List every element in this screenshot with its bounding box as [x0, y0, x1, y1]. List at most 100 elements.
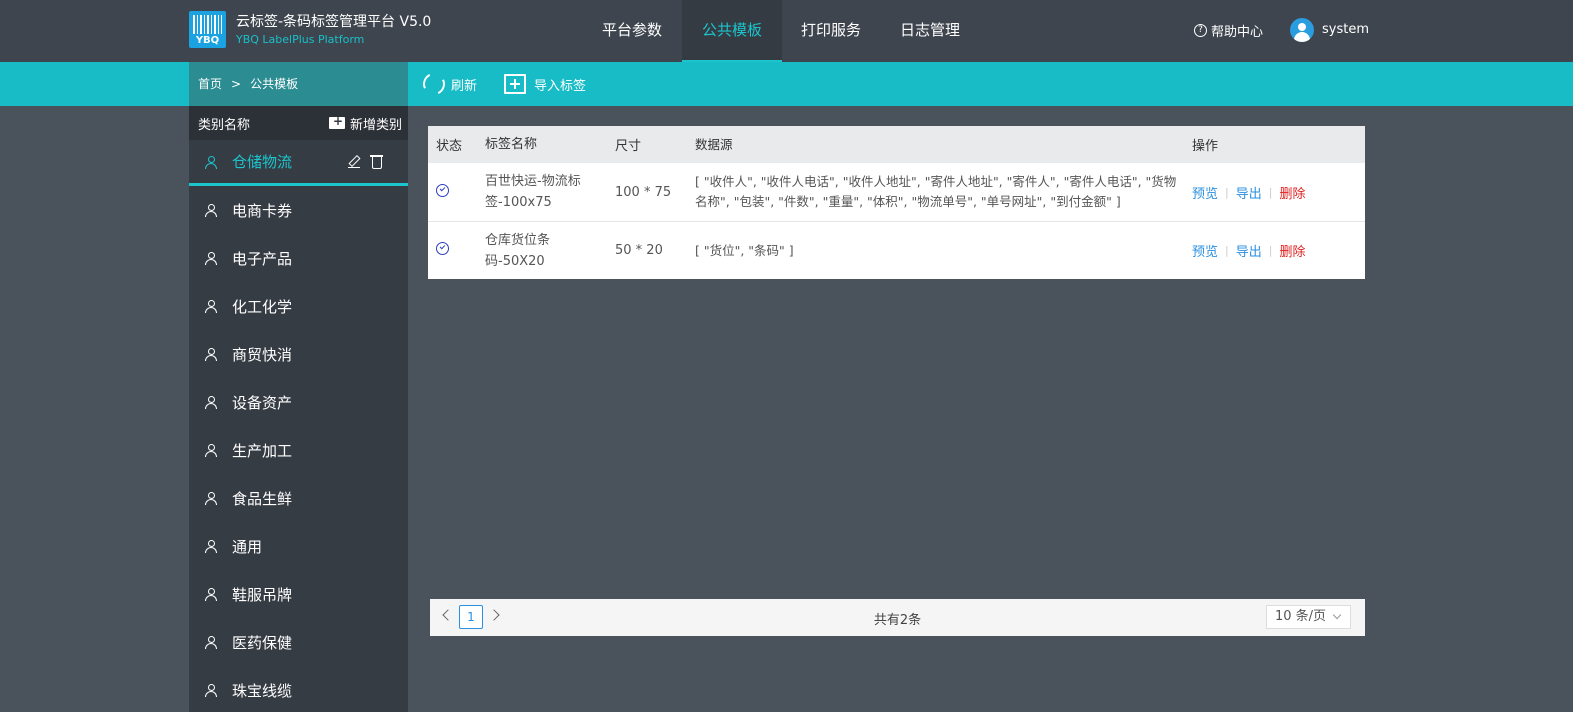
col-ops: 操作	[1192, 139, 1219, 154]
import-label: 导入标签	[534, 78, 587, 94]
preview-link[interactable]: 预览	[1192, 241, 1218, 260]
user-name[interactable]: system	[1322, 22, 1369, 37]
user-icon	[205, 540, 217, 553]
add-box-icon	[504, 74, 526, 94]
sidebar-item-trade-fmcg[interactable]: 商贸快消	[189, 330, 408, 378]
sidebar-item-label: 化工化学	[232, 297, 293, 316]
help-center-label: 帮助中心	[1211, 25, 1264, 40]
page-size-label: 10 条/页	[1275, 609, 1327, 624]
chevron-down-icon	[1332, 610, 1342, 620]
user-icon	[205, 636, 217, 649]
edit-icon[interactable]	[348, 156, 360, 168]
total-count: 共有2条	[873, 613, 922, 628]
app-title: 云标签-条码标签管理平台 V5.0	[236, 14, 432, 30]
col-size: 尺寸	[615, 139, 642, 154]
nav-log-management[interactable]: 日志管理	[880, 0, 980, 62]
export-link[interactable]: 导出	[1236, 241, 1262, 260]
col-name: 标签名称	[485, 137, 538, 152]
page-number-button[interactable]: 1	[459, 605, 483, 629]
check-circle-icon[interactable]	[436, 242, 449, 255]
barcode-icon	[193, 15, 222, 34]
sidebar-item-label: 电子产品	[232, 249, 293, 268]
cell-source: [ "货位", "条码" ]	[695, 242, 794, 258]
sidebar-item-manufacturing[interactable]: 生产加工	[189, 426, 408, 474]
sidebar-item-label: 设备资产	[232, 393, 293, 412]
question-circle-icon: ?	[1194, 24, 1207, 37]
page-size-select[interactable]: 10 条/页	[1266, 605, 1351, 629]
col-status: 状态	[436, 139, 463, 154]
sidebar-item-label: 珠宝线缆	[232, 681, 293, 700]
refresh-button[interactable]: 刷新	[419, 62, 478, 106]
sidebar-item-ecommerce-cards[interactable]: 电商卡券	[189, 186, 408, 234]
user-icon	[205, 588, 217, 601]
user-avatar-icon[interactable]	[1290, 18, 1314, 42]
sidebar-item-fresh-food[interactable]: 食品生鲜	[189, 474, 408, 522]
op-separator: |	[1225, 244, 1229, 257]
cell-name: 仓库货位条码-50X20	[485, 232, 551, 269]
sidebar-item-general[interactable]: 通用	[189, 522, 408, 570]
breadcrumb: 首页 > 公共模板	[189, 62, 408, 106]
app-logo: YBQ	[189, 11, 226, 48]
user-icon	[205, 204, 217, 217]
op-separator: |	[1268, 244, 1273, 257]
cell-ops: 预览 | 导出 | 删除	[1184, 183, 1365, 202]
logo-text: YBQ	[195, 35, 220, 46]
op-separator: |	[1268, 185, 1273, 199]
sidebar-item-label: 食品生鲜	[232, 489, 293, 508]
cell-ops: 预览 | 导出 | 删除	[1184, 241, 1365, 260]
sidebar-item-warehouse-logistics[interactable]: 仓储物流	[189, 140, 408, 186]
app-subtitle: YBQ LabelPlus Platform	[236, 33, 365, 46]
user-icon	[205, 300, 217, 313]
category-sidebar: 类别名称 新增类别 仓储物流 电商卡券 电子产品 化工化学 商贸快消 设备资产 …	[189, 106, 408, 712]
table-header: 状态 标签名称 尺寸 数据源 操作	[428, 126, 1365, 163]
user-icon	[205, 252, 217, 265]
breadcrumb-current: 公共模板	[250, 77, 299, 91]
sidebar-item-equipment-assets[interactable]: 设备资产	[189, 378, 408, 426]
user-icon	[205, 396, 217, 409]
refresh-icon	[419, 69, 449, 99]
nav-platform-params[interactable]: 平台参数	[582, 0, 682, 62]
sidebar-item-label: 生产加工	[232, 441, 293, 460]
cell-name: 百世快运-物流标签-100x75	[485, 174, 581, 210]
check-circle-icon[interactable]	[436, 183, 449, 197]
sidebar-item-label: 仓储物流	[232, 153, 293, 171]
refresh-label: 刷新	[451, 78, 478, 94]
sidebar-item-healthcare[interactable]: 医药保健	[189, 618, 408, 666]
help-center-link[interactable]: ? 帮助中心	[1194, 21, 1263, 40]
import-label-button[interactable]: 导入标签	[504, 62, 586, 106]
template-table: 状态 标签名称 尺寸 数据源 操作 百世快运-物流标签-100x75 100 *…	[428, 126, 1365, 279]
cell-source: [ "收件人", "收件人电话", "收件人地址", "寄件人地址", "寄件人…	[695, 174, 1177, 209]
sidebar-item-chemicals[interactable]: 化工化学	[189, 282, 408, 330]
preview-link[interactable]: 预览	[1192, 183, 1218, 202]
folder-add-icon	[328, 114, 345, 129]
sidebar-header: 类别名称 新增类别	[189, 106, 408, 140]
sidebar-item-label: 通用	[232, 537, 263, 556]
sidebar-item-jewelry-cables[interactable]: 珠宝线缆	[189, 666, 408, 712]
delete-link[interactable]: 删除	[1279, 241, 1305, 260]
pagination: 共有2条 1 10 条/页	[430, 599, 1365, 636]
sidebar-item-label: 电商卡券	[232, 201, 293, 220]
top-navbar: YBQ 云标签-条码标签管理平台 V5.0 YBQ LabelPlus Plat…	[0, 0, 1573, 62]
nav-print-service[interactable]: 打印服务	[782, 0, 880, 62]
user-icon	[205, 492, 217, 505]
breadcrumb-home[interactable]: 首页	[198, 77, 222, 91]
user-icon	[205, 155, 217, 169]
sidebar-item-apparel-tags[interactable]: 鞋服吊牌	[189, 570, 408, 618]
add-category-button[interactable]: 新增类别	[328, 114, 402, 133]
sidebar-item-label: 商贸快消	[232, 345, 293, 364]
cell-size: 100 * 75	[615, 184, 672, 200]
user-icon	[205, 444, 217, 457]
sidebar-item-label: 医药保健	[232, 633, 293, 652]
col-source: 数据源	[695, 136, 733, 152]
sidebar-title: 类别名称	[198, 117, 251, 133]
add-category-label: 新增类别	[349, 117, 402, 133]
export-link[interactable]: 导出	[1236, 183, 1262, 202]
sidebar-item-label: 鞋服吊牌	[232, 585, 293, 604]
cell-size: 50 * 20	[615, 243, 663, 258]
nav-public-templates[interactable]: 公共模板	[682, 0, 782, 62]
breadcrumb-separator: >	[231, 77, 242, 91]
sidebar-item-electronics[interactable]: 电子产品	[189, 234, 408, 282]
trash-icon[interactable]	[370, 155, 383, 169]
delete-link[interactable]: 删除	[1279, 183, 1305, 202]
table-row: 仓库货位条码-50X20 50 * 20 [ "货位", "条码" ] 预览 |…	[428, 222, 1365, 279]
